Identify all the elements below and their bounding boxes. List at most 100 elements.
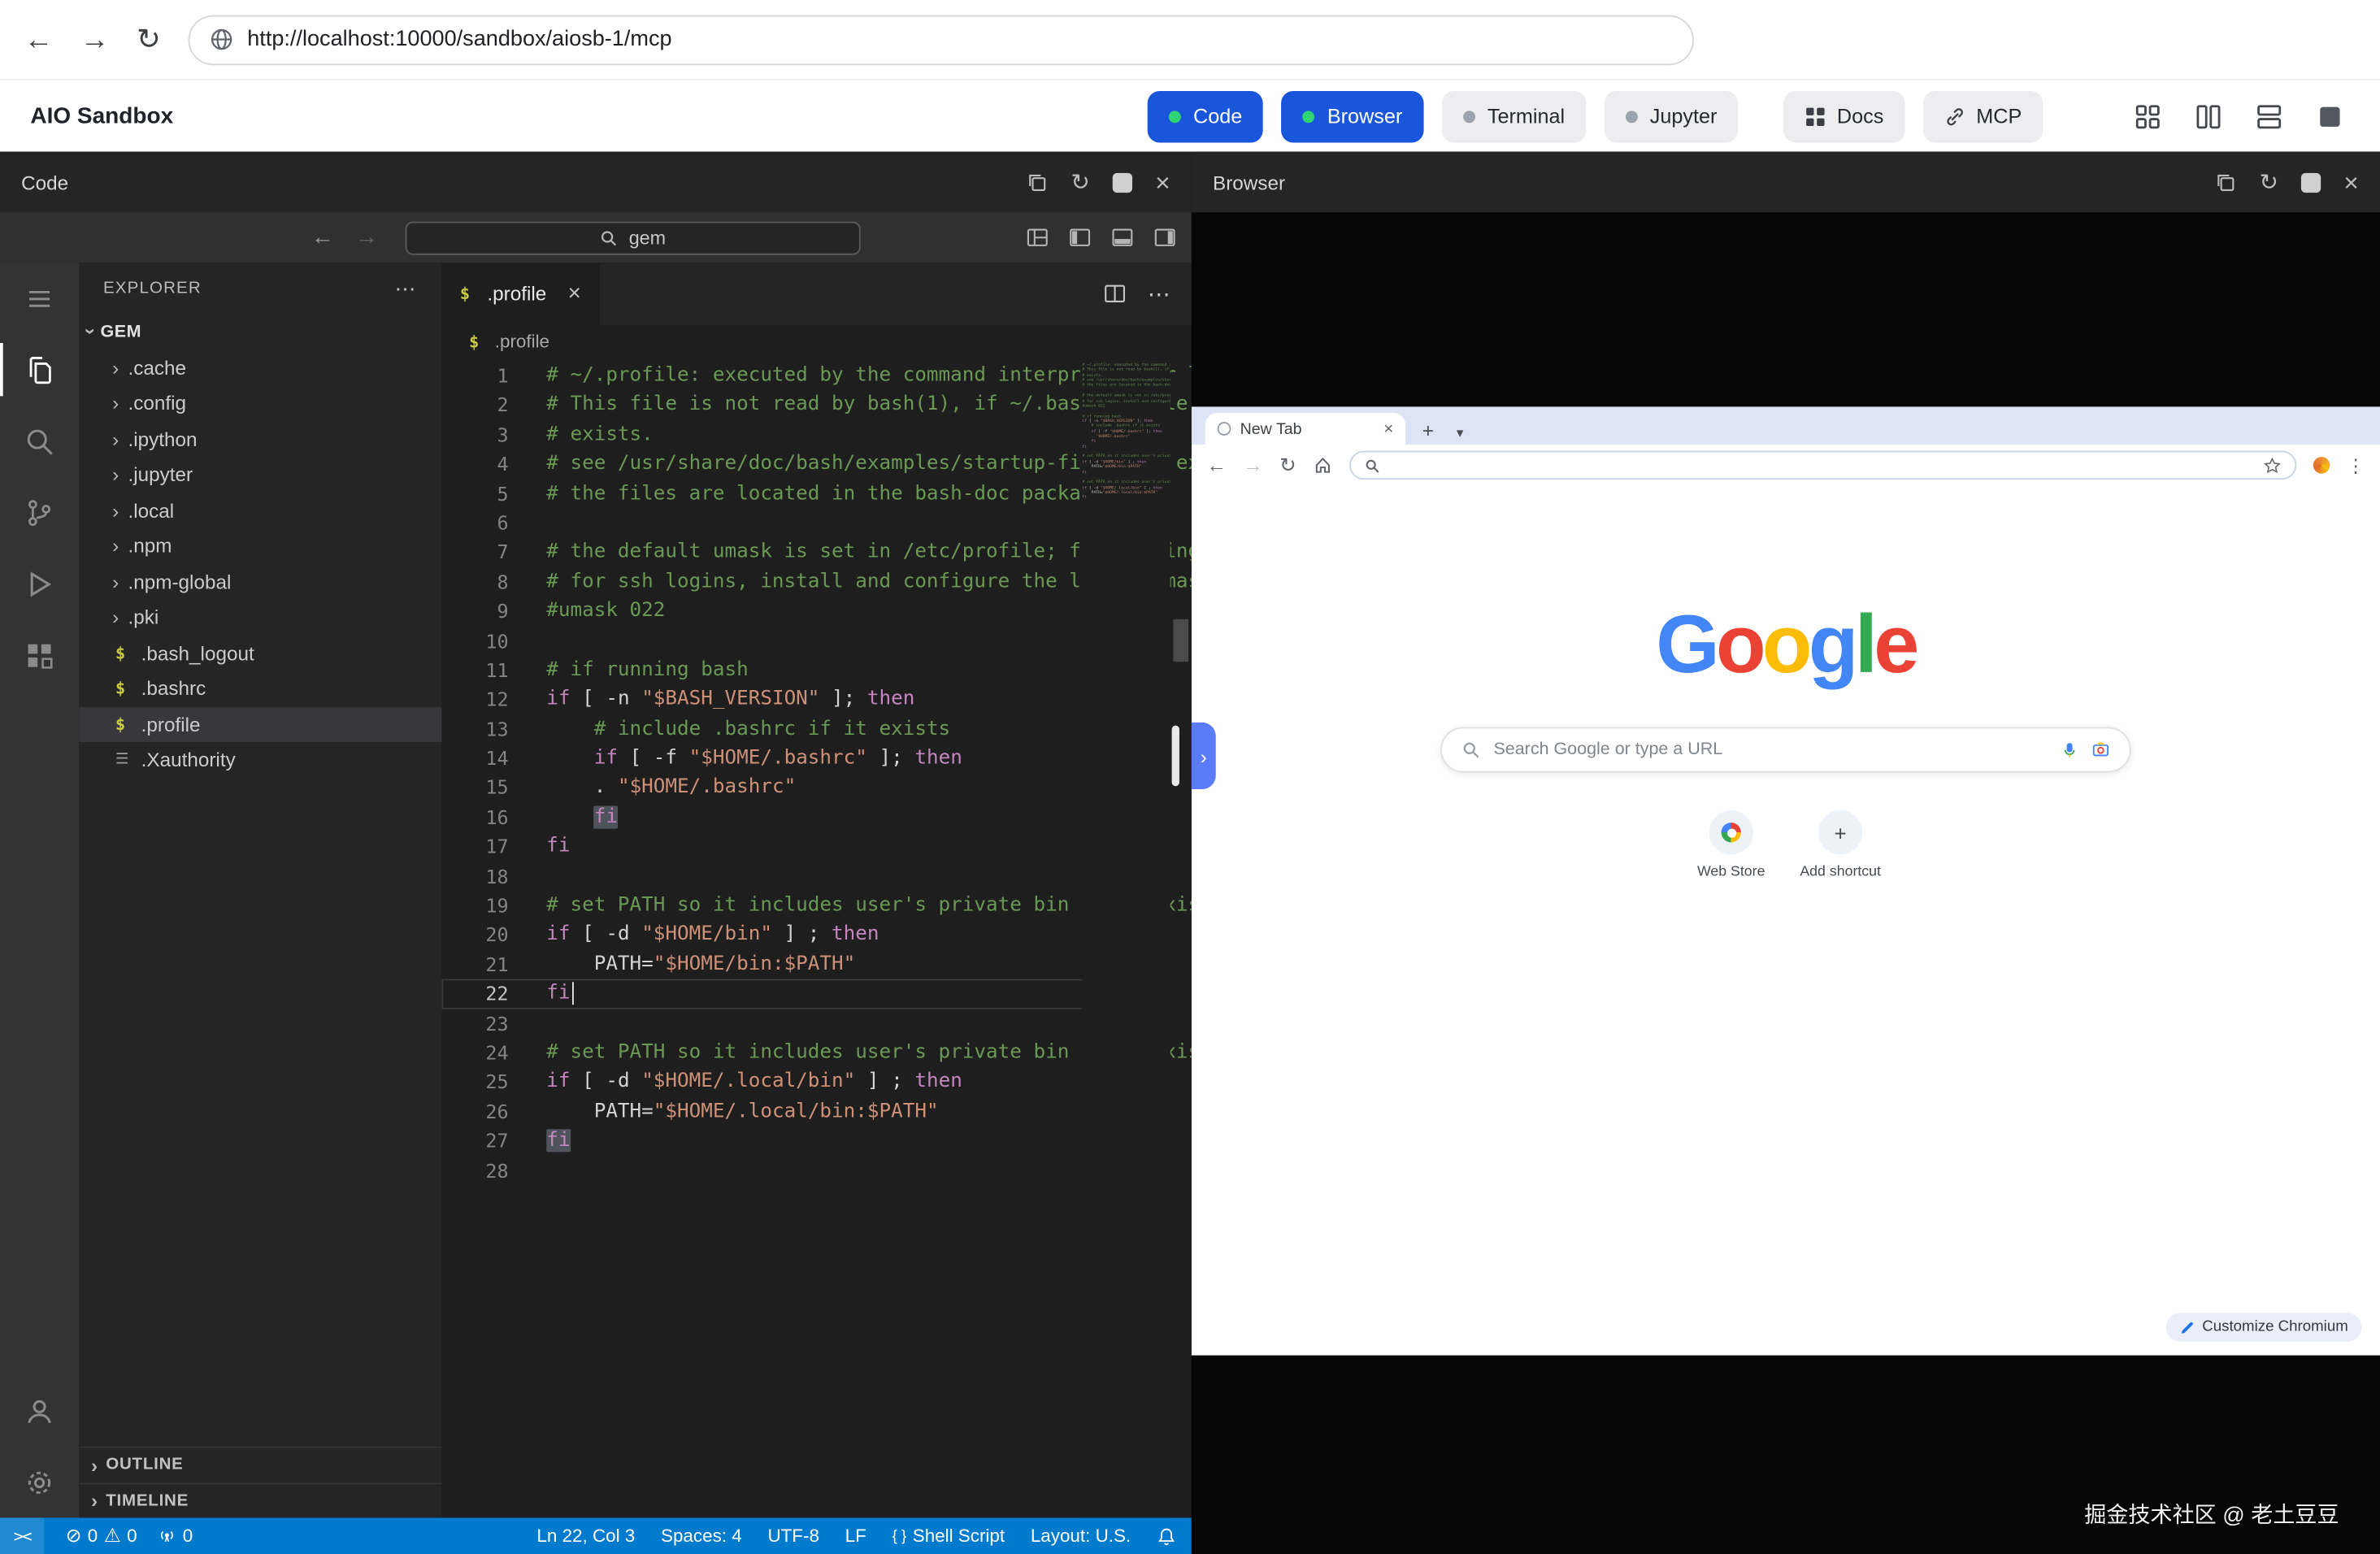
code-line: 23 — [441, 1009, 1170, 1038]
encoding[interactable]: UTF-8 — [767, 1526, 819, 1547]
chromium-tab[interactable]: New Tab × — [1205, 413, 1405, 445]
toggle-panel-icon[interactable] — [1111, 226, 1134, 249]
explorer-root-folder[interactable]: › GEM — [79, 315, 441, 350]
maximize-icon[interactable] — [2301, 172, 2321, 192]
search-view-icon[interactable] — [0, 406, 79, 477]
explorer-folder-npmglobal[interactable]: ›.npm-global — [79, 564, 441, 600]
code-line: 14 if [ -f "$HOME/.bashrc" ]; then — [441, 744, 1170, 773]
forward-icon[interactable]: → — [1243, 455, 1262, 475]
back-icon[interactable]: ← — [24, 25, 53, 54]
refresh-icon[interactable]: ↻ — [2260, 171, 2278, 193]
shortcut-web-store[interactable]: Web Store — [1681, 811, 1781, 881]
account-icon[interactable] — [0, 1375, 79, 1447]
editor-back-icon[interactable]: ← — [311, 224, 334, 250]
layout-single-button[interactable] — [2310, 97, 2350, 137]
header-button-terminal[interactable]: Terminal — [1442, 90, 1586, 141]
layout-columns-button[interactable] — [2189, 97, 2229, 137]
layout-rows-button[interactable] — [2249, 97, 2289, 137]
explorer-file-profile[interactable]: $.profile — [79, 706, 441, 742]
keyboard-layout[interactable]: Layout: U.S. — [1031, 1526, 1131, 1547]
explorer-folder-ipython[interactable]: ›.ipython — [79, 421, 441, 457]
timeline-section[interactable]: ›TIMELINE — [79, 1482, 441, 1517]
command-center-search[interactable]: gem — [406, 221, 861, 254]
problems-indicator[interactable]: ⊘0 ⚠0 — [66, 1526, 137, 1547]
reload-icon[interactable]: ↻ — [1279, 455, 1296, 475]
tab-close-icon[interactable]: × — [1383, 419, 1393, 437]
outline-section[interactable]: ›OUTLINE — [79, 1447, 441, 1482]
home-icon[interactable] — [1313, 455, 1332, 475]
ports-indicator[interactable]: 0 — [159, 1526, 193, 1547]
duplicate-icon[interactable] — [2215, 171, 2236, 193]
maximize-icon[interactable] — [1113, 172, 1132, 192]
cursor-position[interactable]: Ln 22, Col 3 — [536, 1526, 635, 1547]
google-search-box[interactable]: Search Google or type a URL — [1440, 727, 2131, 773]
header-button-jupyter[interactable]: Jupyter — [1605, 90, 1739, 141]
tab-search-chevron-icon[interactable]: ▾ — [1457, 425, 1463, 442]
bookmark-star-icon[interactable] — [2263, 456, 2281, 474]
layout-grid-button[interactable] — [2128, 97, 2168, 137]
omnibox[interactable] — [1349, 451, 2296, 480]
chromium-menu-icon[interactable]: ⋮ — [2347, 454, 2365, 475]
toggle-sidebar-left-icon[interactable] — [1069, 226, 1092, 249]
explorer-file-Xauthority[interactable]: ☰.Xauthority — [79, 742, 441, 778]
forward-icon[interactable]: → — [80, 25, 109, 54]
extensions-icon[interactable] — [0, 619, 79, 691]
editor-forward-icon[interactable]: → — [355, 224, 378, 250]
image-search-camera-icon[interactable] — [2091, 741, 2109, 759]
indentation[interactable]: Spaces: 4 — [661, 1526, 742, 1547]
split-expand-handle[interactable]: › — [1192, 723, 1216, 789]
extension-icon[interactable] — [2313, 457, 2330, 474]
close-icon[interactable]: × — [2343, 169, 2359, 195]
minimap[interactable]: # ~/.profile: executed by the command in… — [1082, 358, 1170, 1518]
activity-bar — [0, 263, 79, 1517]
explorer-folder-config[interactable]: ›.config — [79, 385, 441, 421]
reload-icon[interactable]: ↻ — [137, 25, 161, 54]
notifications-bell-icon[interactable] — [1157, 1526, 1176, 1546]
back-icon[interactable]: ← — [1207, 455, 1227, 475]
explorer-folder-npm[interactable]: ›.npm — [79, 528, 441, 564]
refresh-icon[interactable]: ↻ — [1071, 171, 1089, 193]
editor-more-icon[interactable]: ⋯ — [1148, 280, 1170, 308]
remote-indicator[interactable]: >< — [0, 1517, 45, 1554]
editor-scrollbar[interactable] — [1170, 358, 1192, 1518]
split-editor-icon[interactable] — [1104, 282, 1127, 305]
new-tab-button[interactable]: + — [1422, 420, 1434, 440]
explorer-file-bash_logout[interactable]: $.bash_logout — [79, 635, 441, 671]
run-debug-icon[interactable] — [0, 548, 79, 619]
shortcut-add-shortcut[interactable]: +Add shortcut — [1791, 811, 1891, 881]
tab-close-icon[interactable]: × — [567, 280, 580, 306]
language-mode[interactable]: { } Shell Script — [892, 1526, 1005, 1547]
mcp-button[interactable]: MCP — [1923, 90, 2043, 141]
code-line: 8# for ssh logins, install and configure… — [441, 567, 1170, 597]
url-bar[interactable]: http://localhost:10000/sandbox/aiosb-1/m… — [188, 15, 1693, 65]
explorer-more-icon[interactable]: ⋯ — [395, 276, 418, 302]
header-button-browser[interactable]: Browser — [1282, 90, 1424, 141]
explorer-folder-jupyter[interactable]: ›.jupyter — [79, 457, 441, 493]
customize-layout-icon[interactable] — [1026, 226, 1049, 249]
explorer-file-bashrc[interactable]: $.bashrc — [79, 671, 441, 706]
split-drag-bar[interactable] — [1172, 726, 1179, 787]
explorer-icon[interactable] — [0, 334, 79, 406]
explorer-folder-pki[interactable]: ›.pki — [79, 600, 441, 636]
remote-browser-viewport[interactable]: New Tab × + ▾ ← → ↻ — [1192, 212, 2380, 1554]
source-control-icon[interactable] — [0, 476, 79, 548]
code-panel: Code ↻ × ← → gem — [0, 152, 1192, 1554]
explorer-folder-local[interactable]: ›.local — [79, 493, 441, 528]
code-editor-area[interactable]: 1# ~/.profile: executed by the command i… — [441, 358, 1191, 1518]
breadcrumb-file: .profile — [495, 331, 549, 352]
explorer-folder-cache[interactable]: ›.cache — [79, 349, 441, 385]
globe-icon — [210, 28, 234, 52]
voice-search-mic-icon[interactable] — [2061, 742, 2078, 759]
tab-profile[interactable]: $ .profile × — [441, 263, 599, 325]
browser-panel-title: Browser — [1213, 171, 1285, 193]
eol[interactable]: LF — [845, 1526, 866, 1547]
customize-chromium-button[interactable]: Customize Chromium — [2165, 1313, 2361, 1341]
breadcrumb[interactable]: $ .profile — [441, 325, 1191, 358]
close-icon[interactable]: × — [1155, 169, 1170, 195]
header-button-code[interactable]: Code — [1148, 90, 1263, 141]
settings-gear-icon[interactable] — [0, 1447, 79, 1518]
menu-icon[interactable] — [0, 263, 79, 334]
duplicate-icon[interactable] — [1027, 171, 1048, 193]
docs-button[interactable]: Docs — [1784, 90, 1905, 141]
toggle-sidebar-right-icon[interactable] — [1153, 226, 1176, 249]
